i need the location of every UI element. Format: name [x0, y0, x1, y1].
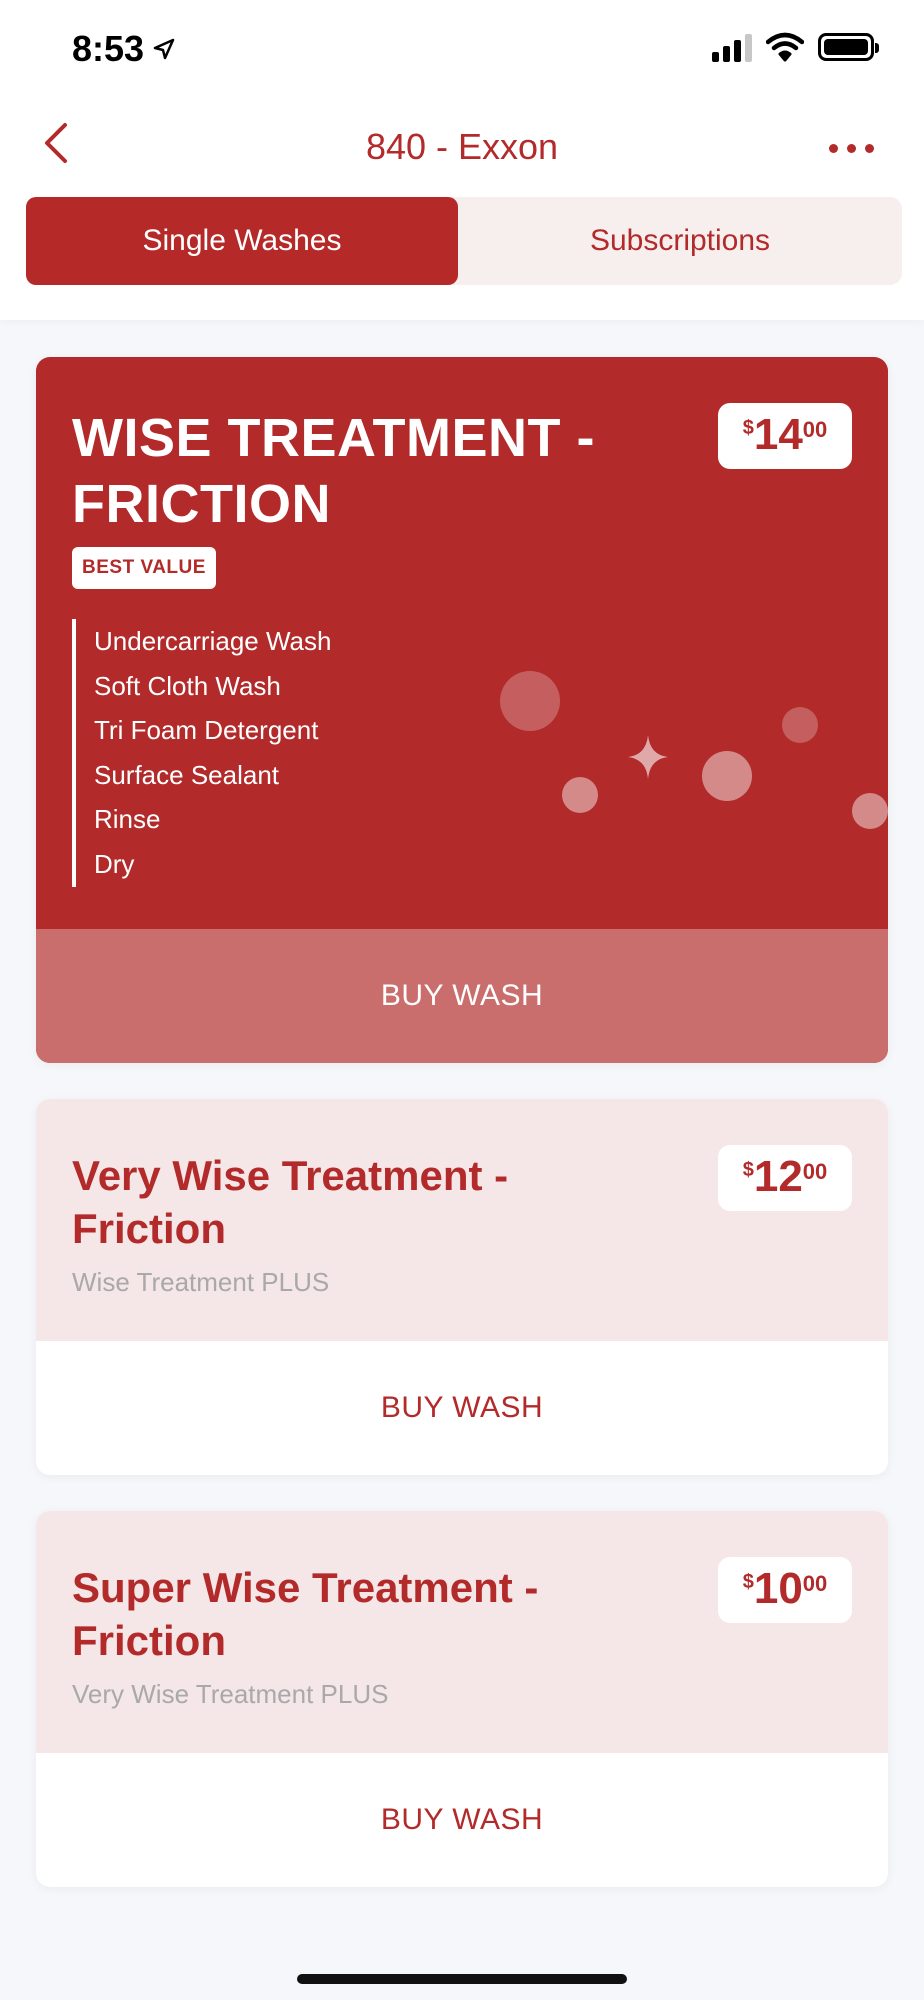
- price-cents: 00: [802, 1159, 828, 1184]
- best-value-badge: BEST VALUE: [72, 547, 216, 589]
- status-time-text: 8:53: [72, 28, 145, 69]
- status-indicators: [712, 32, 879, 62]
- more-dot-icon: [864, 143, 874, 153]
- status-time: 8:53: [72, 28, 176, 70]
- bubble-decoration: [852, 793, 888, 829]
- wash-package-card: Super Wise Treatment - Friction $ 10 00 …: [36, 1511, 888, 1887]
- location-arrow-icon: [153, 38, 175, 60]
- featured-wash-card: WISE TREATMENT - FRICTION $ 14 00 BEST V…: [36, 357, 888, 1063]
- wash-type-tabs: Single Washes Subscriptions: [26, 197, 902, 285]
- buy-wash-button[interactable]: BUY WASH: [36, 929, 888, 1063]
- price-currency: $: [742, 1571, 754, 1593]
- tab-subscriptions[interactable]: Subscriptions: [458, 197, 902, 285]
- package-title: Super Wise Treatment - Friction: [72, 1564, 539, 1664]
- price-cents: 00: [802, 417, 828, 442]
- feature-item: Rinse: [94, 804, 161, 835]
- package-subtitle: Wise Treatment PLUS: [72, 1267, 330, 1297]
- bubble-decoration: [782, 707, 818, 743]
- package-card-body: Very Wise Treatment - Friction $ 12 00 W…: [36, 1099, 888, 1341]
- featured-wash-title: WISE TREATMENT - FRICTION: [72, 408, 595, 534]
- feature-item: Soft Cloth Wash: [94, 670, 281, 701]
- page-title: 840 - Exxon: [365, 126, 559, 167]
- bubble-decoration: [562, 777, 598, 813]
- home-indicator[interactable]: [297, 1974, 627, 1984]
- buy-wash-button[interactable]: BUY WASH: [36, 1341, 888, 1475]
- buy-wash-button[interactable]: BUY WASH: [36, 1753, 888, 1887]
- cellular-signal-icon: [712, 32, 752, 62]
- feature-item: Tri Foam Detergent: [94, 715, 319, 746]
- sparkle-icon: [628, 735, 668, 779]
- feature-item: Dry: [94, 848, 135, 879]
- wash-package-card: Very Wise Treatment - Friction $ 12 00 W…: [36, 1099, 888, 1475]
- package-subtitle: Very Wise Treatment PLUS: [72, 1679, 389, 1709]
- tab-single-washes[interactable]: Single Washes: [26, 197, 458, 285]
- price-dollars: 10: [753, 1564, 803, 1613]
- more-options-button[interactable]: [816, 128, 886, 168]
- bubble-decoration: [702, 751, 752, 801]
- wifi-icon: [766, 32, 804, 62]
- package-price-tag: $ 10 00: [718, 1557, 852, 1623]
- bubble-decoration: [500, 671, 560, 731]
- price-currency: $: [742, 417, 754, 439]
- package-price-tag: $ 12 00: [718, 1145, 852, 1211]
- more-dot-icon: [846, 143, 856, 153]
- feature-item: Undercarriage Wash: [94, 626, 332, 656]
- featured-price-tag: $ 14 00: [718, 403, 852, 469]
- more-dot-icon: [828, 143, 838, 153]
- feature-list: Undercarriage Wash Soft Cloth Wash Tri F…: [72, 619, 331, 887]
- featured-card-body: WISE TREATMENT - FRICTION $ 14 00 BEST V…: [36, 357, 888, 929]
- package-title: Very Wise Treatment - Friction: [72, 1152, 509, 1252]
- price-cents: 00: [802, 1571, 828, 1596]
- price-dollars: 14: [753, 410, 803, 459]
- package-card-body: Super Wise Treatment - Friction $ 10 00 …: [36, 1511, 888, 1753]
- price-dollars: 12: [753, 1152, 803, 1201]
- price-currency: $: [742, 1159, 754, 1181]
- battery-icon: [818, 33, 879, 61]
- feature-item: Surface Sealant: [94, 759, 280, 790]
